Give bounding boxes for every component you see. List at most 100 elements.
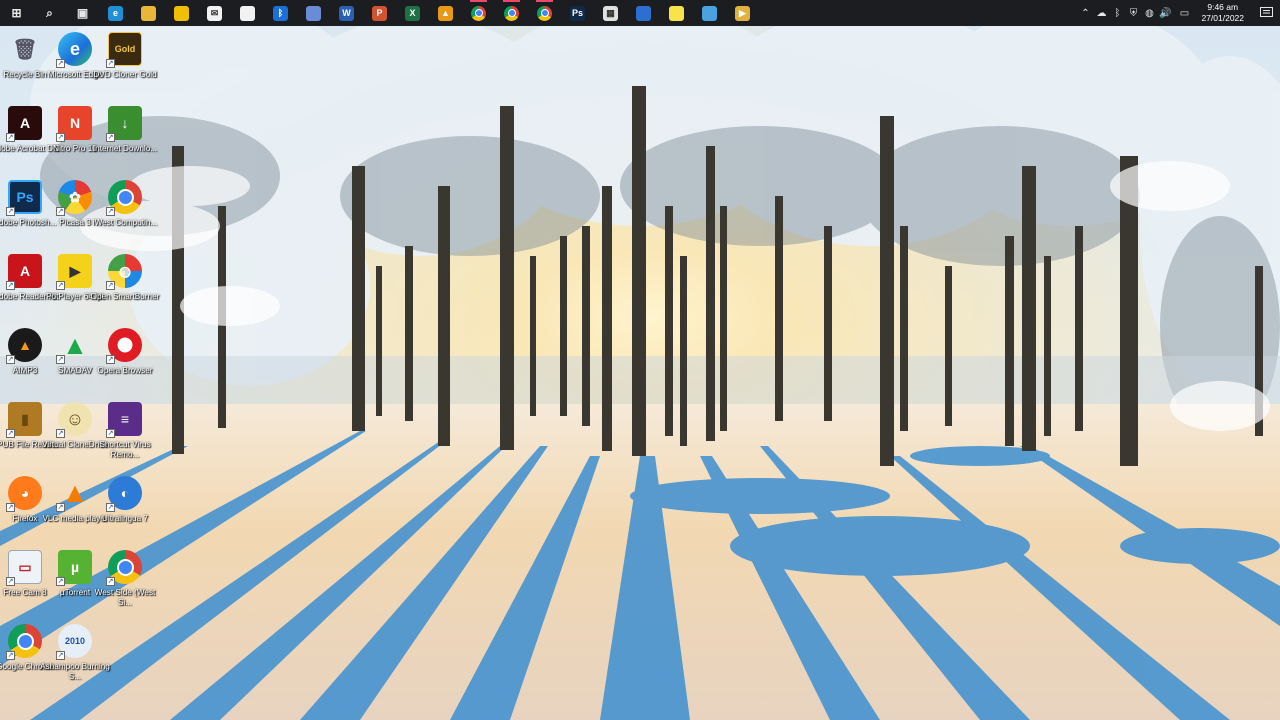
taskbar-cleaner-button[interactable]: [297, 0, 330, 26]
desktop-icon-label: Opera Browser: [97, 366, 153, 375]
chevron-up-icon[interactable]: ⌃: [1077, 0, 1093, 26]
taskbar-chrome-3-button[interactable]: [528, 0, 561, 26]
notification-icon: [1259, 7, 1273, 17]
edge-icon: e: [108, 5, 123, 21]
shortcut-arrow-icon: ↗: [6, 651, 15, 660]
onedrive-icon[interactable]: ☁: [1093, 0, 1109, 26]
taskbar-globe-app-button[interactable]: [627, 0, 660, 26]
taskbar-powerpoint-button[interactable]: P: [363, 0, 396, 26]
shortcut-arrow-icon: ↗: [6, 577, 15, 586]
cleaner-icon: [306, 5, 321, 21]
start-icon: ⊞: [9, 5, 24, 21]
idm-icon: ↓ ↗: [106, 104, 144, 142]
media-app-icon: ▶: [735, 5, 750, 21]
task-view-icon: ▣: [75, 5, 90, 21]
taskbar-search-button[interactable]: ⌕: [33, 0, 66, 26]
taskbar-task-view-button[interactable]: ▣: [66, 0, 99, 26]
shortcut-arrow-icon: ↗: [56, 651, 65, 660]
calculator-icon: ▦: [603, 5, 618, 21]
desktop-icon-opera[interactable]: O↗ Opera Browser: [88, 326, 162, 398]
shortcut-arrow-icon: ↗: [106, 577, 115, 586]
taskbar-photoshop-button[interactable]: Ps: [561, 0, 594, 26]
shortcut-arrow-icon: ↗: [6, 133, 15, 142]
taskbar-aimp-button[interactable]: ▲: [429, 0, 462, 26]
network-icon[interactable]: ◍: [1141, 0, 1157, 26]
volume-icon[interactable]: 🔊: [1157, 0, 1173, 26]
shortcut-arrow-icon: ↗: [106, 59, 115, 68]
taskbar-chrome-1-button[interactable]: [462, 0, 495, 26]
desktop-icon-shortcut-virus-remover[interactable]: ≡ ↗ Shortcut Virus Remo...: [88, 400, 162, 472]
taskbar-edge-button[interactable]: e: [99, 0, 132, 26]
photoshop-icon: Ps: [570, 5, 585, 21]
opera-icon: O↗: [106, 326, 144, 364]
shortcut-arrow-icon: ↗: [56, 503, 65, 512]
taskbar-mail-button[interactable]: ✉: [198, 0, 231, 26]
clock-date: 27/01/2022: [1201, 13, 1244, 23]
store-icon: [174, 5, 189, 21]
taskbar-excel-button[interactable]: X: [396, 0, 429, 26]
desktop-icon-label: Ashampoo Burning S...: [40, 662, 110, 681]
shortcut-arrow-icon: ↗: [106, 429, 115, 438]
shortcut-virus-remover-icon: ≡ ↗: [106, 400, 144, 438]
system-tray: ⌃ ☁ ᛒ ⛨ ◍ 🔊 ▭ 9:46 am 27/01/2022: [1077, 0, 1280, 26]
taskbar-clock[interactable]: 9:46 am 27/01/2022: [1195, 2, 1252, 24]
keyboard-icon[interactable]: ▭: [1173, 0, 1195, 26]
ultralingua-icon: ◐ ↗: [106, 474, 144, 512]
excel-icon: X: [405, 5, 420, 21]
defender-icon[interactable]: ⛨: [1125, 0, 1141, 26]
shortcut-arrow-icon: ↗: [106, 133, 115, 142]
winter-forest-wallpaper: [0, 26, 1280, 720]
desktop-wallpaper: [0, 26, 1280, 720]
desktop-icon-ultralingua[interactable]: ◐ ↗ Ultralingua 7: [88, 474, 162, 546]
desktop-icon-label: Shortcut Virus Remo...: [99, 440, 151, 459]
monitor-app-icon: [702, 5, 717, 21]
shortcut-arrow-icon: ↗: [106, 281, 115, 290]
ashampoo-icon: 2010 ↗: [56, 622, 94, 660]
desktop-icon-smartburner[interactable]: ◍ ↗ Open SmartBurner: [88, 252, 162, 324]
desktop-icon-chrome-westside[interactable]: ↗ West Side (West Si...: [88, 548, 162, 620]
taskbar-security-button[interactable]: [231, 0, 264, 26]
desktop-icon-dvd-cloner[interactable]: Gold ↗ DVD Cloner Gold: [88, 30, 162, 102]
taskbar-start-button[interactable]: ⊞: [0, 0, 33, 26]
search-icon: ⌕: [42, 5, 57, 21]
desktop-icon-idm[interactable]: ↓ ↗ Internet Downlo...: [88, 104, 162, 176]
globe-app-icon: [636, 5, 651, 21]
bluetooth-icon: ᛒ: [273, 5, 288, 21]
powerpoint-icon: P: [372, 5, 387, 21]
taskbar-calculator-button[interactable]: ▦: [594, 0, 627, 26]
taskbar-media-app-button[interactable]: ▶: [726, 0, 759, 26]
taskbar-bluetooth-button[interactable]: ᛒ: [264, 0, 297, 26]
taskbar-monitor-app-button[interactable]: [693, 0, 726, 26]
desktop-icon-chrome-iwest[interactable]: ↗ iWest Computin...: [88, 178, 162, 250]
desktop-icon-label: iWest Computin...: [92, 218, 158, 227]
shortcut-arrow-icon: ↗: [56, 133, 65, 142]
chrome-iwest-icon: ↗: [106, 178, 144, 216]
taskbar-chrome-2-button[interactable]: [495, 0, 528, 26]
chrome-westside-icon: ↗: [106, 548, 144, 586]
shortcut-arrow-icon: ↗: [56, 59, 65, 68]
shortcut-arrow-icon: ↗: [6, 355, 15, 364]
bluetooth-tray-icon[interactable]: ᛒ: [1109, 0, 1125, 26]
shortcut-arrow-icon: ↗: [106, 503, 115, 512]
sticky-notes-icon: [669, 5, 684, 21]
taskbar-file-explorer-button[interactable]: [132, 0, 165, 26]
shortcut-arrow-icon: ↗: [56, 429, 65, 438]
taskbar-sticky-notes-button[interactable]: [660, 0, 693, 26]
notification-center-button[interactable]: [1252, 0, 1280, 26]
word-icon: W: [339, 5, 354, 21]
taskbar-word-button[interactable]: W: [330, 0, 363, 26]
mail-icon: ✉: [207, 5, 222, 21]
shortcut-arrow-icon: ↗: [56, 355, 65, 364]
clock-time: 9:46 am: [1207, 2, 1239, 12]
desktop-icon-ashampoo[interactable]: 2010 ↗ Ashampoo Burning S...: [38, 622, 112, 694]
taskbar-store-button[interactable]: [165, 0, 198, 26]
security-icon: [240, 5, 255, 21]
shortcut-arrow-icon: ↗: [106, 207, 115, 216]
chrome-3-icon: [537, 5, 552, 21]
shortcut-arrow-icon: ↗: [56, 577, 65, 586]
dvd-cloner-icon: Gold ↗: [106, 30, 144, 68]
taskbar: ⊞ ⌕ ▣ e ✉ ᛒ W P X ▲ Ps ▦ ▶ ⌃ ☁ ᛒ ⛨ ◍ 🔊 ▭ 9:46 am 27/01/2022: [0, 0, 1280, 26]
desktop-icon-label: West Side (West Si...: [94, 588, 156, 607]
shortcut-arrow-icon: ↗: [56, 281, 65, 290]
desktop-icon-label: DVD Cloner Gold: [93, 70, 157, 79]
